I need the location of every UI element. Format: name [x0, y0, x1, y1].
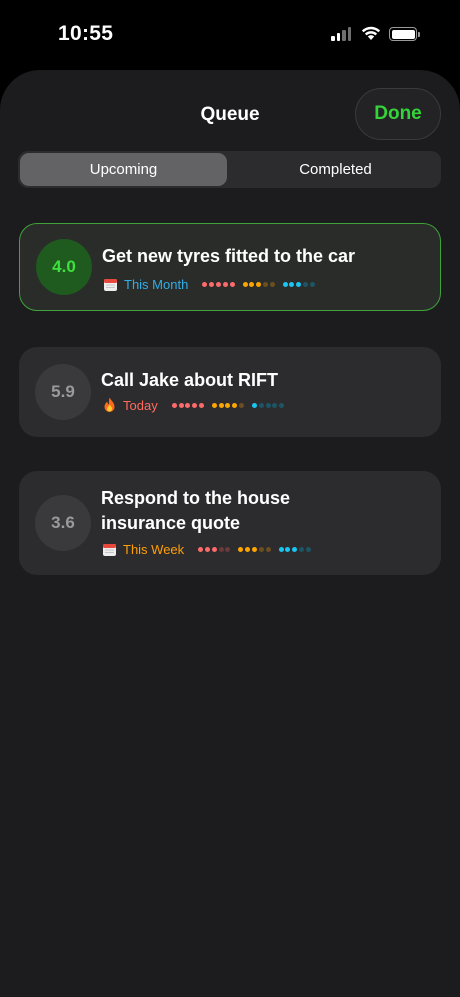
due-label: This Month: [124, 276, 189, 292]
wifi-icon: [361, 26, 381, 40]
rating-dot: [305, 546, 311, 552]
rating-dot: [285, 546, 291, 552]
rating-dot: [272, 402, 278, 408]
rating-dot: [269, 281, 275, 287]
rating-dot: [262, 281, 268, 287]
task-title-line: Get new tyres fitted to the car: [102, 246, 356, 266]
rating-dots: [211, 402, 245, 408]
segment-completed[interactable]: Completed: [232, 153, 439, 186]
rating-dot: [202, 281, 208, 287]
screen: 10:55 Queue Done Upcoming Completed 4.0 G…: [0, 0, 460, 997]
task-meta: This Month: [102, 276, 323, 292]
rating-dot: [298, 546, 304, 552]
rating-dots: [282, 281, 315, 287]
rating-dots: [278, 546, 311, 552]
rating-dot: [278, 546, 284, 552]
rating-dots: [242, 281, 275, 287]
rating-dot: [239, 402, 245, 408]
done-button[interactable]: Done: [355, 88, 441, 140]
rating-dots: [252, 402, 285, 408]
status-time: 10:55: [58, 22, 114, 45]
rating-dot: [303, 281, 309, 287]
rating-dot: [242, 281, 248, 287]
rating-dot: [309, 281, 315, 287]
segmented-control: Upcoming Completed: [18, 151, 441, 188]
rating-dot: [251, 546, 257, 552]
due-label: This Week: [123, 541, 185, 557]
due-label: Today: [123, 397, 158, 413]
rating-dot: [218, 546, 224, 552]
battery-icon: [389, 27, 420, 41]
rating-dot: [238, 546, 244, 552]
rating-dot: [289, 281, 295, 287]
rating-dot: [229, 281, 235, 287]
rating-dot: [258, 546, 264, 552]
rating-dot: [218, 402, 224, 408]
rating-dot: [211, 546, 217, 552]
task-card[interactable]: 4.0 Get new tyres fitted to the car This M…: [19, 223, 441, 311]
rating-dot: [198, 546, 204, 552]
priority-score-badge: 5.9: [35, 364, 91, 420]
rating-dot: [296, 281, 302, 287]
segment-upcoming[interactable]: Upcoming: [20, 153, 227, 186]
rating-dot: [204, 546, 210, 552]
rating-dots: [171, 402, 204, 408]
priority-score-badge: 4.0: [36, 239, 92, 295]
rating-dot: [279, 402, 285, 408]
priority-score-badge: 3.6: [35, 495, 91, 551]
task-meta: Today: [101, 397, 292, 413]
queue-sheet: Queue Done Upcoming Completed 4.0 Get new…: [0, 70, 460, 997]
rating-dot: [245, 546, 251, 552]
rating-dot: [198, 402, 204, 408]
rating-dot: [192, 402, 198, 408]
task-title: Get new tyres fitted to the car: [102, 244, 426, 269]
fire-icon: [101, 397, 117, 413]
rating-dot: [282, 281, 288, 287]
cellular-signal-icon: [331, 27, 351, 41]
task-meta: This Week: [101, 541, 319, 557]
rating-dot: [265, 402, 271, 408]
task-card[interactable]: 5.9 Call Jake about RIFT Today: [19, 347, 441, 437]
task-title-line: Respond to the house: [101, 488, 290, 508]
rating-dot: [292, 546, 298, 552]
task-title: Call Jake about RIFT: [101, 368, 427, 393]
rating-dots: [202, 281, 235, 287]
status-bar: 10:55: [0, 0, 460, 70]
task-title-line: insurance quote: [101, 513, 241, 533]
rating-dot: [171, 402, 177, 408]
rating-dot: [225, 402, 231, 408]
rating-dots: [198, 546, 231, 552]
rating-dot: [185, 402, 191, 408]
rating-dot: [222, 281, 228, 287]
rating-dot: [256, 281, 262, 287]
rating-dot: [211, 402, 217, 408]
rating-dot: [265, 546, 271, 552]
task-card[interactable]: 3.6 Respond to the house insurance quote Th…: [19, 471, 441, 575]
rating-dot: [225, 546, 231, 552]
calendar-icon: [101, 541, 117, 557]
calendar-icon: [102, 276, 118, 292]
task-title: Respond to the house insurance quote: [101, 486, 427, 536]
rating-dot: [232, 402, 238, 408]
rating-dot: [209, 281, 215, 287]
rating-dot: [252, 402, 258, 408]
rating-dot: [249, 281, 255, 287]
rating-dot: [215, 281, 221, 287]
rating-dot: [178, 402, 184, 408]
rating-dots: [238, 546, 271, 552]
rating-dot: [258, 402, 264, 408]
task-title-line: Call Jake about RIFT: [101, 370, 279, 390]
